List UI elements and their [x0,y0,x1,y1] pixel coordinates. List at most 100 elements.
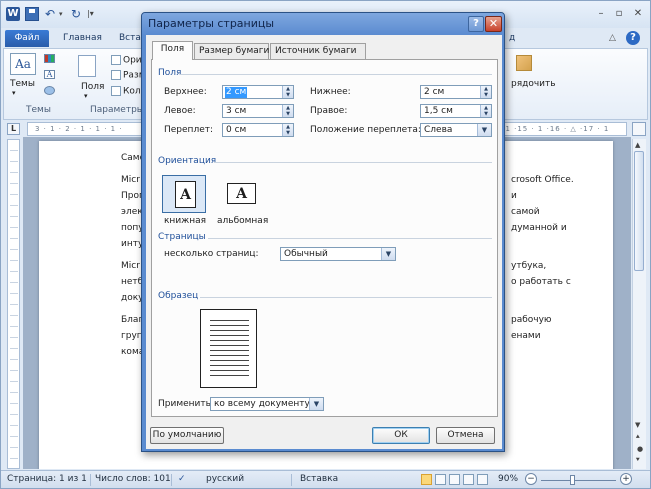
bottom-margin-value[interactable]: 2 см [424,87,444,98]
arrange-icon[interactable] [516,55,532,71]
scroll-down-icon[interactable]: ▼ [635,421,640,429]
multiple-pages-select[interactable]: Обычный ▼ [280,247,396,261]
browse-object-icon[interactable]: ● [637,445,643,453]
document-line-left: груп [121,331,143,341]
zoom-out-button[interactable]: − [525,473,537,485]
proofing-icon[interactable]: ✓ [178,474,186,484]
bottom-margin-spinner[interactable]: 2 см ▲ ▼ [420,85,492,99]
next-page-icon[interactable]: ⯆ [635,456,641,465]
orientation-label: Ори [123,55,142,66]
section-divider [208,238,492,239]
tab-file[interactable]: Файл [5,30,49,47]
ruler-marks-right: · 1 ·15 · 1 ·16 · △ ·17 · 1 [499,125,610,133]
web-layout-view-icon[interactable] [449,474,460,485]
full-screen-reading-view-icon[interactable] [435,474,446,485]
close-window-button[interactable]: ✕ [631,8,645,20]
tab-paper-size[interactable]: Размер бумаги [194,43,269,59]
right-margin-spinner[interactable]: 1,5 см ▲ ▼ [420,104,492,118]
chevron-down-icon[interactable]: ▼ [309,398,323,410]
columns-menu-button[interactable]: Кол [111,86,141,97]
right-margin-value[interactable]: 1,5 см [424,106,453,117]
qat-customize-icon[interactable]: |▾ [87,7,97,21]
dialog-help-button[interactable]: ? [468,16,484,32]
tab-paper-source[interactable]: Источник бумаги [270,43,366,59]
top-margin-value[interactable]: 2 см [225,87,248,98]
word-app-icon[interactable]: W [6,7,20,21]
spin-arrows-icon[interactable]: ▲ ▼ [282,86,293,98]
theme-fonts-icon[interactable]: A [44,70,55,79]
columns-icon [111,86,121,96]
zoom-level[interactable]: 90% [498,474,518,484]
set-default-button[interactable]: По умолчанию [150,427,224,444]
gutter-spinner[interactable]: 0 см ▲ ▼ [222,123,294,137]
status-insert-mode[interactable]: Вставка [300,474,338,484]
document-line-left: нетб [121,277,144,287]
outline-view-icon[interactable] [463,474,474,485]
status-divider [90,474,91,486]
theme-effects-icon[interactable] [44,86,55,95]
left-margin-value[interactable]: 3 см [226,106,246,117]
scroll-up-icon[interactable]: ▲ [635,141,640,149]
document-line-left: инту [121,239,144,249]
zoom-slider[interactable] [541,480,616,481]
dialog-title-bar[interactable]: Параметры страницы ? ✕ [142,13,504,35]
tab-stop-selector[interactable]: L [7,123,20,135]
help-icon[interactable]: ? [626,31,640,45]
redo-icon[interactable]: ↻ [71,7,85,21]
margins-icon[interactable] [78,55,96,77]
vertical-ruler[interactable] [7,139,20,469]
tab-home[interactable]: Главная [55,30,110,47]
gutter-position-select[interactable]: Слева ▼ [420,123,492,137]
ok-button[interactable]: ОК [372,427,430,444]
ribbon-minimize-icon[interactable]: △ [609,33,616,43]
spin-arrows-icon[interactable]: ▲ ▼ [282,105,293,117]
zoom-in-button[interactable]: + [620,473,632,485]
portrait-label[interactable]: книжная [164,216,206,226]
document-line-left: элек [121,207,143,217]
left-margin-spinner[interactable]: 3 см ▲ ▼ [222,104,294,118]
previous-page-icon[interactable]: ⯅ [635,433,641,442]
chevron-down-icon[interactable]: ▼ [477,124,491,136]
preview-page [200,309,257,388]
scrollbar-thumb[interactable] [634,151,644,271]
theme-colors-icon[interactable] [44,54,55,63]
apply-to-select[interactable]: ко всему документу ▼ [210,397,324,411]
undo-dropdown-icon[interactable]: ▾ [59,7,67,21]
ruler-toggle-icon[interactable] [632,122,646,136]
print-layout-view-icon[interactable] [421,474,432,485]
themes-button-label[interactable]: Темы [10,79,35,89]
orientation-menu-button[interactable]: Ори [111,55,142,66]
top-margin-label: Верхнее: [164,87,207,97]
chevron-down-icon[interactable]: ▾ [12,89,16,97]
landscape-page-icon: A [227,183,256,204]
columns-label: Кол [123,86,141,97]
status-page-count[interactable]: Страница: 1 из 1 [7,474,87,484]
spin-arrows-icon[interactable]: ▲ ▼ [282,124,293,136]
orientation-icon [111,55,121,65]
draft-view-icon[interactable] [477,474,488,485]
spin-arrows-icon[interactable]: ▲ ▼ [480,86,491,98]
chevron-down-icon[interactable]: ▼ [381,248,395,260]
tab-margins[interactable]: Поля [152,41,193,60]
arrange-label[interactable]: рядочить [511,79,556,89]
maximize-button[interactable]: ▫ [612,8,626,20]
section-divider [200,297,492,298]
top-margin-spinner[interactable]: 2 см ▲ ▼ [222,85,294,99]
themes-icon[interactable]: Aa [10,53,36,75]
margins-button-label[interactable]: Поля [81,82,104,92]
status-language[interactable]: русский [206,474,244,484]
undo-icon[interactable]: ↶ [45,7,59,21]
zoom-slider-thumb[interactable] [570,475,575,485]
portrait-orientation-button[interactable]: A [162,175,206,213]
landscape-orientation-button[interactable]: A [220,175,264,213]
status-word-count[interactable]: Число слов: 101 [95,474,171,484]
bottom-margin-label: Нижнее: [310,87,351,97]
save-icon[interactable] [25,7,39,21]
spin-arrows-icon[interactable]: ▲ ▼ [480,105,491,117]
landscape-label[interactable]: альбомная [217,216,268,226]
cancel-button[interactable]: Отмена [436,427,495,444]
minimize-button[interactable]: – [594,8,608,20]
dialog-close-button[interactable]: ✕ [485,16,502,32]
gutter-value[interactable]: 0 см [226,125,246,136]
chevron-down-icon[interactable]: ▾ [84,92,88,100]
